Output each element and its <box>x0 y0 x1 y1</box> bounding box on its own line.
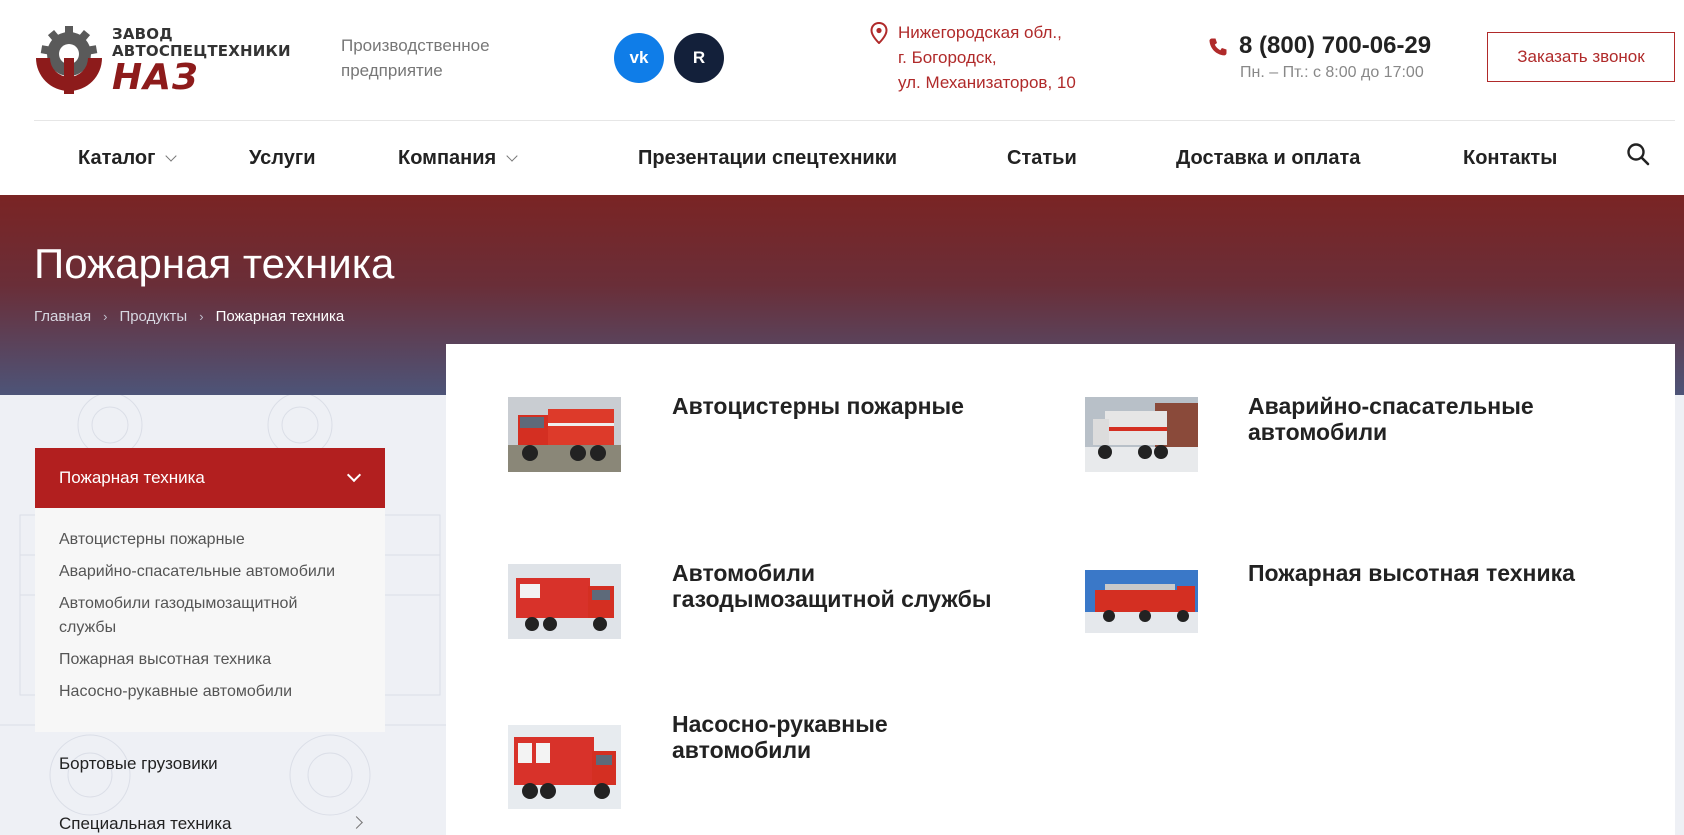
nav-label: Статьи <box>1007 147 1077 169</box>
site-header: ЗАВОД АВТОСПЕЦТЕХНИКИ НАЗ Производственн… <box>0 0 1684 122</box>
nav-item-services[interactable]: Услуги <box>249 122 316 195</box>
nav-item-company[interactable]: Компания <box>398 122 518 195</box>
search-icon[interactable] <box>1626 142 1650 166</box>
page-title: Пожарная техника <box>34 240 395 287</box>
aerial-ladder-truck-image <box>1085 570 1198 633</box>
address-line: ул. Механизаторов, 10 <box>898 73 1076 92</box>
phone-icon <box>1209 38 1227 56</box>
nav-label: Доставка и оплата <box>1176 147 1361 169</box>
nav-label: Каталог <box>78 147 156 169</box>
site-logo[interactable]: ЗАВОД АВТОСПЕЦТЕХНИКИ НАЗ <box>34 22 291 98</box>
sidebar-item-trucks[interactable]: Бортовые грузовики <box>59 754 218 774</box>
pump-hose-vehicle-image <box>508 725 621 809</box>
vk-icon: vk <box>629 48 649 67</box>
chevron-right-icon: › <box>103 309 108 324</box>
rescue-vehicle-image <box>1085 397 1198 472</box>
category-title[interactable]: Автоцистерны пожарные <box>672 393 1032 419</box>
sidebar-submenu: Автоцистерны пожарные Аварийно-спасатель… <box>35 508 385 732</box>
map-pin-icon <box>870 22 888 44</box>
breadcrumb-home[interactable]: Главная <box>34 308 91 325</box>
breadcrumb: Главная › Продукты › Пожарная техника <box>34 308 344 325</box>
category-title[interactable]: Пожарная высотная техника <box>1248 560 1608 586</box>
sidebar-item-label: Пожарная техника <box>59 468 205 487</box>
nav-label: Услуги <box>249 147 316 169</box>
gear-logo-icon <box>36 26 102 94</box>
rutube-icon: R <box>692 48 706 67</box>
phone-number[interactable]: 8 (800) 700-06-29 <box>1239 32 1431 60</box>
category-grid: Автоцистерны пожарные Аварийно-спасатель… <box>446 344 1675 835</box>
company-tagline: Производственное предприятие <box>341 36 490 80</box>
nav-item-presentations[interactable]: Презентации спецтехники <box>638 122 897 195</box>
working-hours: Пн. – Пт.: с 8:00 до 17:00 <box>1240 64 1424 81</box>
nav-item-articles[interactable]: Статьи <box>1007 122 1077 195</box>
sidebar-subitem[interactable]: Автоцистерны пожарные <box>59 528 361 552</box>
breadcrumb-products[interactable]: Продукты <box>119 308 187 325</box>
breadcrumb-current: Пожарная техника <box>215 308 345 325</box>
rutube-link[interactable]: R <box>674 33 724 83</box>
category-title[interactable]: Насосно-рукавные автомобили <box>672 711 1032 763</box>
sidebar-item-special-equipment[interactable]: Специальная техника <box>59 814 232 834</box>
nav-label: Презентации спецтехники <box>638 147 898 169</box>
logo-brand: НАЗ <box>112 57 199 98</box>
chevron-down-icon <box>346 467 362 483</box>
logo-line1: ЗАВОД <box>112 25 173 43</box>
header-divider <box>34 120 1675 121</box>
sidebar-item-fire-equipment[interactable]: Пожарная техника <box>35 448 385 508</box>
sidebar-subitem[interactable]: Пожарная высотная техника <box>59 648 361 672</box>
main-nav: Каталог Услуги Компания Презентации спец… <box>0 122 1684 195</box>
nav-label: Контакты <box>1463 147 1558 169</box>
nav-label: Компания <box>398 147 497 169</box>
nav-item-catalog[interactable]: Каталог <box>78 122 178 195</box>
fire-tanker-truck-image <box>508 397 621 472</box>
sidebar-subitem[interactable]: Насосно-рукавные автомобили <box>59 680 361 704</box>
address-line: г. Богородск, <box>898 48 997 67</box>
callback-button[interactable]: Заказать звонок <box>1487 32 1675 82</box>
nav-item-contacts[interactable]: Контакты <box>1463 122 1557 195</box>
gas-smoke-protection-vehicle-image <box>508 564 621 639</box>
chevron-down-icon <box>506 150 518 162</box>
chevron-down-icon <box>165 150 178 162</box>
category-title[interactable]: Автомобили газодымозащитной службы <box>672 560 1032 612</box>
sidebar-subitem[interactable]: Автомобили газодымозащитной службы <box>59 592 319 640</box>
address-line: Нижегородская обл., <box>898 23 1062 42</box>
sidebar-subitem[interactable]: Аварийно-спасательные автомобили <box>59 560 361 584</box>
category-title[interactable]: Аварийно-спасательные автомобили <box>1248 393 1608 445</box>
chevron-right-icon: › <box>199 309 204 324</box>
nav-item-delivery[interactable]: Доставка и оплата <box>1176 122 1360 195</box>
vk-link[interactable]: vk <box>614 33 664 83</box>
